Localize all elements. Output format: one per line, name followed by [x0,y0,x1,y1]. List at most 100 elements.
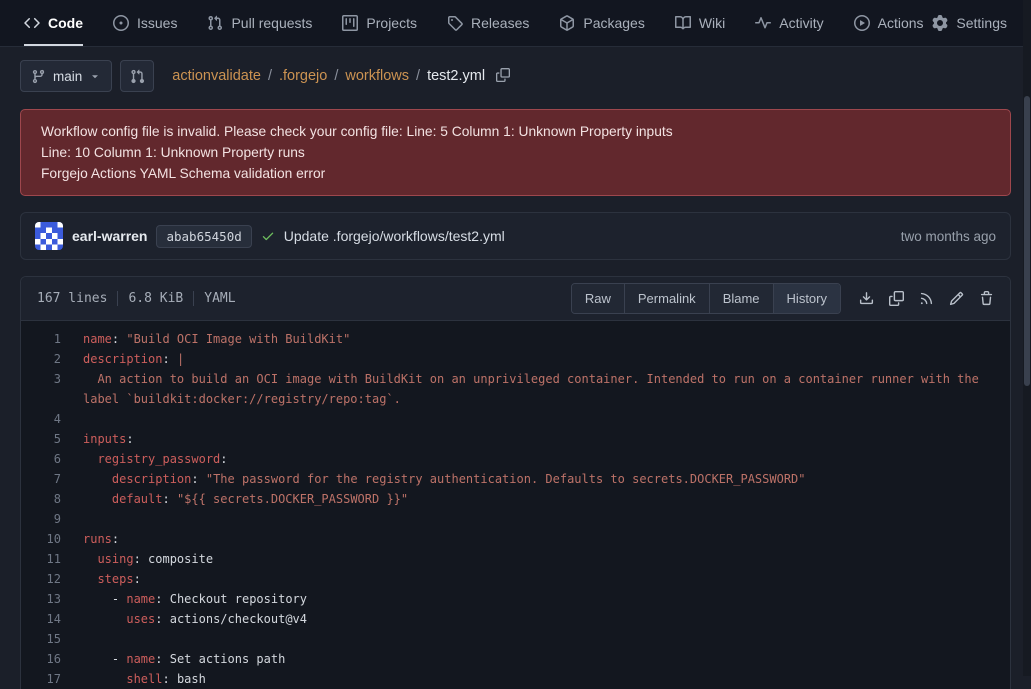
nav-item-settings[interactable]: Settings [932,13,1007,33]
copy-icon [496,68,510,82]
book-icon [675,15,691,31]
nav-item-label: Wiki [699,15,725,31]
page-scrollbar[interactable] [1023,0,1031,676]
breadcrumb-segment-workflows[interactable]: workflows [345,68,409,84]
history-button[interactable]: History [773,284,840,313]
line-content: An action to build an OCI image with Bui… [83,369,1010,409]
line-content: default: "${{ secrets.DOCKER_PASSWORD }}… [83,489,1010,509]
breadcrumb-segment--forgejo[interactable]: .forgejo [279,68,327,84]
line-number[interactable]: 12 [21,569,83,589]
nav-item-label: Releases [471,15,529,31]
scrollbar-thumb[interactable] [1024,96,1030,386]
file-meta: 167 lines 6.8 KiB YAML [37,291,236,306]
code-line: 12 steps: [21,569,1010,589]
line-content: - name: Set actions path [83,649,1010,669]
nav-item-issues[interactable]: Issues [113,0,177,46]
nav-item-wiki[interactable]: Wiki [675,0,725,46]
line-number[interactable]: 10 [21,529,83,549]
line-number[interactable]: 14 [21,609,83,629]
file-size: 6.8 KiB [128,291,183,306]
play-circle-icon [854,15,870,31]
line-content: - name: Checkout repository [83,589,1010,609]
line-number[interactable]: 8 [21,489,83,509]
line-number[interactable]: 3 [21,369,83,409]
nav-item-label: Pull requests [231,15,312,31]
chevron-down-icon [89,70,101,82]
line-content: inputs: [83,429,1010,449]
code-line: 14 uses: actions/checkout@v4 [21,609,1010,629]
code-line: 3 An action to build an OCI image with B… [21,369,1010,409]
line-content: description: "The password for the regis… [83,469,1010,489]
delete-icon[interactable] [979,291,994,306]
repo-file-page: Code Issues Pull requests Projects Releases P… [0,0,1031,689]
package-icon [559,15,575,31]
line-content [83,509,1010,529]
line-number[interactable]: 5 [21,429,83,449]
gear-icon [932,15,948,31]
nav-item-packages[interactable]: Packages [559,0,644,46]
edit-icon[interactable] [949,291,964,306]
line-content: shell: bash [83,669,1010,689]
branch-selector[interactable]: main [20,60,112,92]
avatar[interactable] [35,222,63,250]
breadcrumb-segment-actionvalidate[interactable]: actionvalidate [172,68,261,84]
blame-button[interactable]: Blame [709,284,773,313]
line-number[interactable]: 2 [21,349,83,369]
line-content: registry_password: [83,449,1010,469]
line-content: name: "Build OCI Image with BuildKit" [83,329,1010,349]
line-number[interactable]: 7 [21,469,83,489]
line-content: using: composite [83,549,1010,569]
nav-item-activity[interactable]: Activity [755,0,823,46]
download-icon[interactable] [859,291,874,306]
code-view: 1name: "Build OCI Image with BuildKit"2d… [21,321,1010,689]
nav-item-projects[interactable]: Projects [342,0,417,46]
compare-button[interactable] [120,60,154,92]
code-icon [24,15,40,31]
line-content [83,629,1010,649]
commit-author[interactable]: earl-warren [72,228,147,244]
file-view-buttons: RawPermalinkBlameHistory [571,283,841,314]
branch-name: main [53,69,82,84]
code-line: 9 [21,509,1010,529]
line-number[interactable]: 13 [21,589,83,609]
line-content: description: | [83,349,1010,369]
commit-sha-badge[interactable]: abab65450d [156,225,251,248]
nav-item-actions[interactable]: Actions [854,0,924,46]
line-number[interactable]: 16 [21,649,83,669]
nav-item-label: Activity [779,15,823,31]
code-line: 10runs: [21,529,1010,549]
code-line: 6 registry_password: [21,449,1010,469]
copy-icon[interactable] [889,291,904,306]
permalink-button[interactable]: Permalink [624,284,709,313]
breadcrumb: actionvalidate/.forgejo/workflows/test2.… [172,68,510,85]
code-line: 16 - name: Set actions path [21,649,1010,669]
line-number[interactable]: 9 [21,509,83,529]
divider [193,291,194,306]
nav-item-pull-requests[interactable]: Pull requests [207,0,312,46]
commit-status-success-icon[interactable] [261,229,275,243]
copy-path-button[interactable] [496,68,510,85]
nav-item-label: Code [48,15,83,31]
repo-tab-bar: Code Issues Pull requests Projects Releases P… [0,0,1031,47]
nav-item-label: Packages [583,15,644,31]
rss-icon[interactable] [919,291,934,306]
line-number[interactable]: 11 [21,549,83,569]
file-actions: RawPermalinkBlameHistory [571,283,998,314]
git-compare-icon [130,69,145,84]
commit-message[interactable]: Update .forgejo/workflows/test2.yml [284,228,505,244]
nav-item-releases[interactable]: Releases [447,0,529,46]
line-number[interactable]: 17 [21,669,83,689]
file-language: YAML [204,291,235,306]
nav-item-label: Issues [137,15,177,31]
line-number[interactable]: 15 [21,629,83,649]
line-number[interactable]: 1 [21,329,83,349]
code-line: 15 [21,629,1010,649]
nav-item-code[interactable]: Code [24,0,83,46]
raw-button[interactable]: Raw [572,284,624,313]
line-number[interactable]: 4 [21,409,83,429]
nav-item-label: Settings [956,15,1007,31]
line-content: steps: [83,569,1010,589]
repo-tabs-right: Settings [932,0,1007,46]
line-number[interactable]: 6 [21,449,83,469]
pull-request-icon [207,15,223,31]
